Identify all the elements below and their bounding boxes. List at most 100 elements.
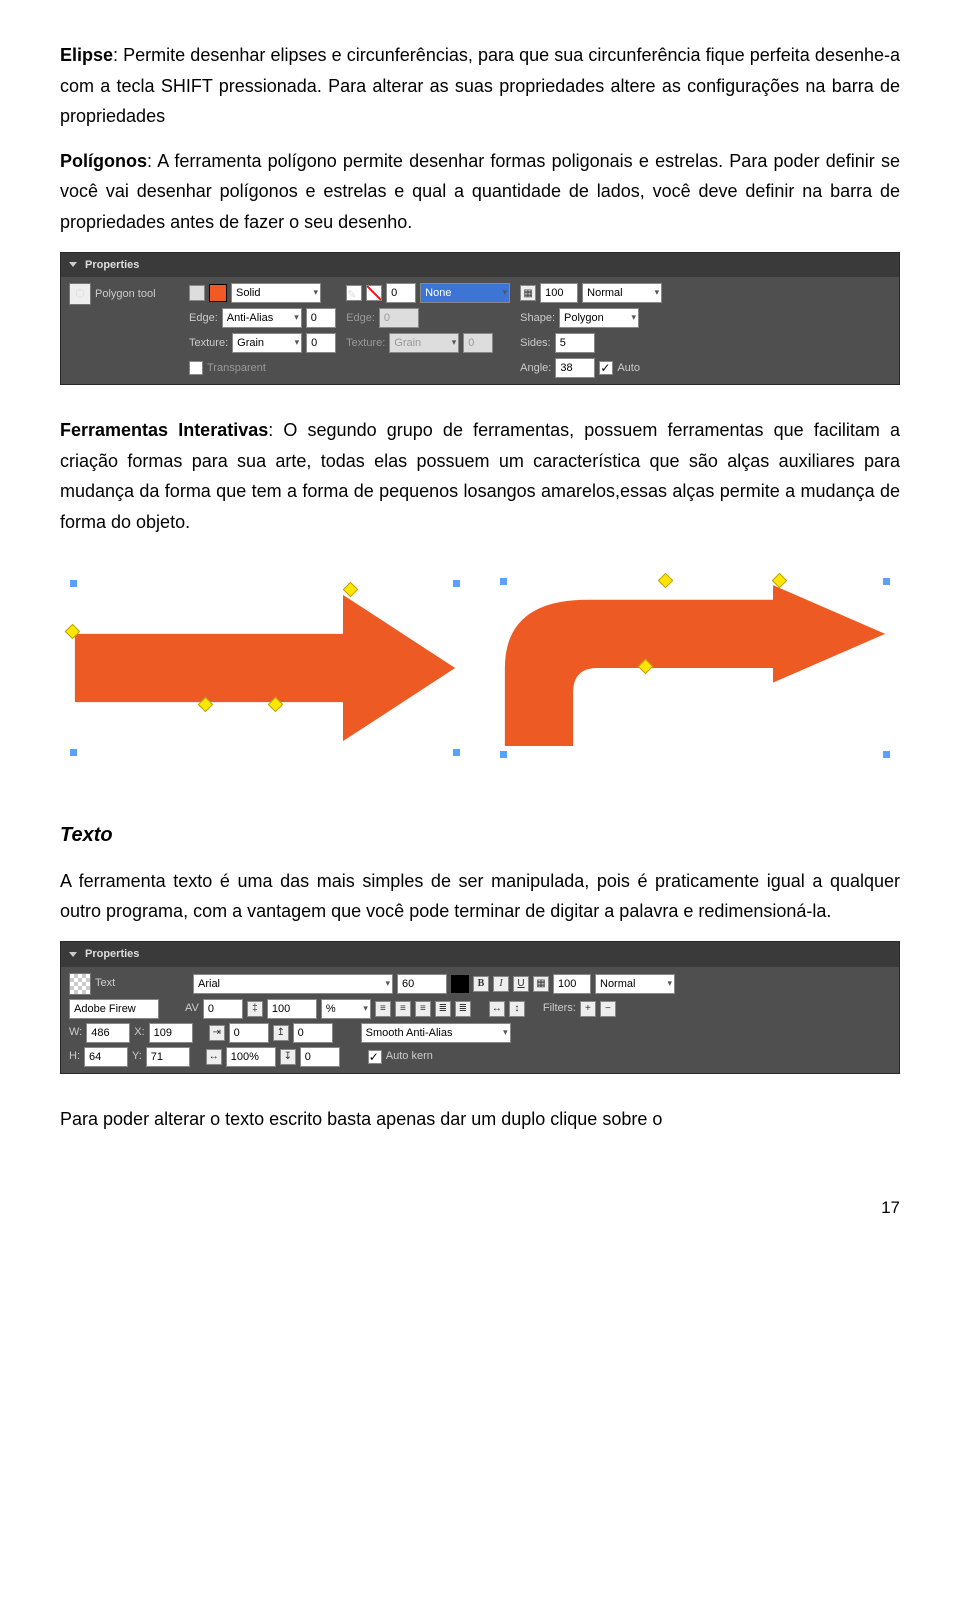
stroke-edge-amount: 0	[379, 308, 419, 328]
stroke-size[interactable]: 0	[386, 283, 416, 303]
align-right-icon[interactable]: ≡	[415, 1001, 431, 1017]
filters-label: Filters:	[543, 999, 576, 1018]
leading-icon: ‡	[247, 1001, 263, 1017]
sides-label: Sides:	[520, 334, 551, 353]
leading-field[interactable]: 100	[267, 999, 317, 1019]
space-after-icon: ↧	[280, 1049, 296, 1065]
pencil-icon[interactable]: ✎	[346, 285, 362, 301]
arrow-shape-left	[70, 578, 460, 758]
x-label: X:	[134, 1023, 144, 1042]
orient-h-icon[interactable]: ↔	[489, 1001, 505, 1017]
tool-name-2: Text	[95, 974, 155, 993]
autokern-checkbox[interactable]	[368, 1050, 382, 1064]
align-left-icon[interactable]: ≡	[375, 1001, 391, 1017]
blend-dropdown[interactable]: Normal	[582, 283, 662, 303]
h-label: H:	[69, 1047, 80, 1066]
indent-field[interactable]: 0	[229, 1023, 269, 1043]
space-before-field[interactable]: 0	[293, 1023, 333, 1043]
tool-name: Polygon tool	[95, 285, 156, 304]
stroke-texture-amount: 0	[463, 333, 493, 353]
hscale-icon: ↔	[206, 1049, 222, 1065]
align-stretch-icon[interactable]: ≣	[455, 1001, 471, 1017]
arrow-shape-right	[500, 578, 890, 758]
w-label: W:	[69, 1023, 82, 1042]
text-elipse: : Permite desenhar elipses e circunferên…	[60, 45, 900, 126]
stroke-texture-dropdown: Grain	[389, 333, 459, 353]
paragraph-texto: A ferramenta texto é uma das mais simple…	[60, 866, 900, 927]
shape-dropdown[interactable]: Polygon	[559, 308, 639, 328]
texture-dropdown[interactable]: Grain	[232, 333, 302, 353]
paragraph-ferramentas-interativas: Ferramentas Interativas: O segundo grupo…	[60, 415, 900, 537]
panel-title: Properties	[85, 256, 139, 275]
blend-dropdown-2[interactable]: Normal	[595, 974, 675, 994]
space-before-icon: ↥	[273, 1025, 289, 1041]
auto-label: Auto	[617, 359, 640, 378]
text-tool-icon	[69, 973, 91, 995]
opacity-icon: ▦	[533, 976, 549, 992]
properties-panel-polygon: Properties ⬡ Polygon tool Solid Edge: An…	[60, 252, 900, 386]
stroke-edge-label: Edge:	[346, 309, 375, 328]
w-field[interactable]: 486	[86, 1023, 130, 1043]
transparent-checkbox[interactable]	[189, 361, 203, 375]
label-ferramentas: Ferramentas Interativas	[60, 420, 268, 440]
antialias-dropdown[interactable]: Smooth Anti-Alias	[361, 1023, 511, 1043]
fill-icon[interactable]	[189, 285, 205, 301]
fill-style-dropdown[interactable]: Solid	[231, 283, 321, 303]
underline-button[interactable]: U	[513, 976, 529, 992]
y-label: Y:	[132, 1047, 142, 1066]
edge-dropdown[interactable]: Anti-Alias	[222, 308, 302, 328]
orient-v-icon[interactable]: ↕	[509, 1001, 525, 1017]
align-justify-icon[interactable]: ≣	[435, 1001, 451, 1017]
paragraph-elipse: Elipse: Permite desenhar elipses e circu…	[60, 40, 900, 132]
av-label: AV	[185, 999, 199, 1018]
align-center-icon[interactable]: ≡	[395, 1001, 411, 1017]
arrows-figure	[60, 568, 900, 768]
page-number: 17	[60, 1194, 900, 1223]
label-elipse: Elipse	[60, 45, 113, 65]
opacity-icon: ▦	[520, 285, 536, 301]
h-field[interactable]: 64	[84, 1047, 128, 1067]
space-after-field[interactable]: 0	[300, 1047, 340, 1067]
shape-label: Shape:	[520, 309, 555, 328]
text-sublabel: Adobe Firew	[69, 999, 159, 1019]
hscale-field[interactable]: 100%	[226, 1047, 276, 1067]
y-field[interactable]: 71	[146, 1047, 190, 1067]
transparent-label: Transparent	[207, 359, 266, 378]
font-dropdown[interactable]: Arial	[193, 974, 393, 994]
heading-texto: Texto	[60, 818, 900, 852]
font-size[interactable]: 60	[397, 974, 447, 994]
collapse-icon[interactable]	[69, 262, 77, 267]
paragraph-poligonos: Polígonos: A ferramenta polígono permite…	[60, 146, 900, 238]
texture-label: Texture:	[189, 334, 228, 353]
leading-unit[interactable]: %	[321, 999, 371, 1019]
x-field[interactable]: 109	[149, 1023, 193, 1043]
paragraph-alterar-texto: Para poder alterar o texto escrito basta…	[60, 1104, 900, 1135]
collapse-icon[interactable]	[69, 952, 77, 957]
panel-title-2: Properties	[85, 945, 139, 964]
angle-field[interactable]: 38	[555, 358, 595, 378]
texture-amount[interactable]: 0	[306, 333, 336, 353]
properties-panel-text: Properties Text Arial 60 B I U ▦ 100 Nor…	[60, 941, 900, 1074]
stroke-texture-label: Texture:	[346, 334, 385, 353]
opacity-field[interactable]: 100	[540, 283, 578, 303]
bold-button[interactable]: B	[473, 976, 489, 992]
panel-header[interactable]: Properties	[61, 253, 899, 278]
autokern-label: Auto kern	[386, 1047, 433, 1066]
angle-label: Angle:	[520, 359, 551, 378]
panel-header-2[interactable]: Properties	[61, 942, 899, 967]
remove-filter-button[interactable]: −	[600, 1001, 616, 1017]
stroke-category-dropdown[interactable]: None	[420, 283, 510, 303]
auto-checkbox[interactable]	[599, 361, 613, 375]
label-poligonos: Polígonos	[60, 151, 147, 171]
polygon-tool-icon: ⬡	[69, 283, 91, 305]
italic-button[interactable]: I	[493, 976, 509, 992]
kerning-field[interactable]: 0	[203, 999, 243, 1019]
opacity-field-2[interactable]: 100	[553, 974, 591, 994]
fill-color-swatch[interactable]	[209, 284, 227, 302]
edge-label: Edge:	[189, 309, 218, 328]
add-filter-button[interactable]: +	[580, 1001, 596, 1017]
text-color-swatch[interactable]	[451, 975, 469, 993]
stroke-none-icon[interactable]	[366, 285, 382, 301]
edge-amount[interactable]: 0	[306, 308, 336, 328]
sides-field[interactable]: 5	[555, 333, 595, 353]
